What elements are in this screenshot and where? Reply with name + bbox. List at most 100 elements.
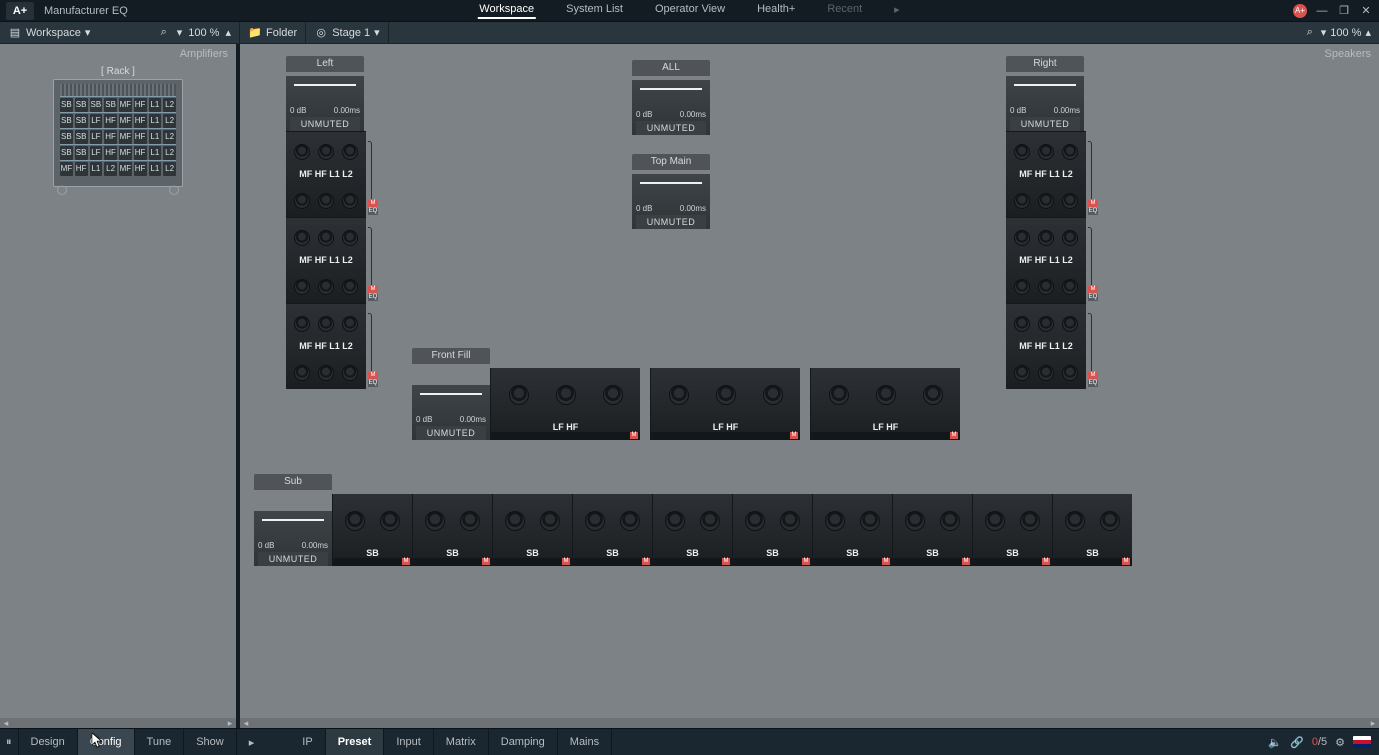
rack-row[interactable]: SBSBLFHFMFHFL1L2 xyxy=(60,128,176,144)
speaker-unit[interactable]: SBM xyxy=(652,494,732,566)
slider[interactable] xyxy=(640,180,702,204)
slider[interactable] xyxy=(640,86,702,110)
group-sub[interactable]: Sub 0 dB 0.00ms UNMUTEDSBMSBMSBMSBMSBMSB… xyxy=(254,474,1132,566)
link-icon[interactable]: 🔗 xyxy=(1290,736,1304,749)
pointer-icon[interactable]: ▸ xyxy=(237,729,267,755)
tab-workspace[interactable]: Workspace xyxy=(477,3,536,19)
speaker-unit[interactable]: SBM xyxy=(332,494,412,566)
zoom-chevron-icon[interactable]: ▾ xyxy=(177,26,183,39)
tab-operator-view[interactable]: Operator View xyxy=(653,3,727,19)
group-header[interactable]: Right xyxy=(1006,56,1084,72)
toolbar-folder[interactable]: 📁 Folder xyxy=(240,22,306,43)
line-array[interactable]: MF HF L1 L2M EQMF HF L1 L2M EQMF HF L1 L… xyxy=(286,131,366,389)
view-input[interactable]: Input xyxy=(384,729,433,755)
speaker-unit[interactable]: LF HFM xyxy=(490,368,640,440)
pause-button[interactable]: ⏸ xyxy=(0,729,19,755)
speaker-module[interactable]: MF HF L1 L2M EQ xyxy=(1006,303,1086,389)
speaker-module[interactable]: MF HF L1 L2M EQ xyxy=(286,217,366,303)
mode-tune[interactable]: Tune xyxy=(135,729,185,755)
group-all[interactable]: ALL 0 dB 0.00ms UNMUTED xyxy=(632,60,710,135)
toolbar-stage[interactable]: ◎ Stage 1 ▾ xyxy=(306,22,388,43)
group-controls-frontfill[interactable]: 0 dB 0.00ms UNMUTED xyxy=(412,385,490,440)
mute-status[interactable]: UNMUTED xyxy=(290,117,360,131)
tab-recent-play-icon[interactable]: ▸ xyxy=(892,3,902,19)
mode-show[interactable]: Show xyxy=(184,729,237,755)
group-header[interactable]: Top Main xyxy=(632,154,710,170)
view-preset[interactable]: Preset xyxy=(326,729,385,755)
rack-row[interactable]: SBSBSBSBMFHFL1L2 xyxy=(60,96,176,112)
mode-design[interactable]: Design xyxy=(19,729,78,755)
minimize-button[interactable]: — xyxy=(1315,4,1329,18)
slider[interactable] xyxy=(294,82,356,106)
group-controls-left[interactable]: 0 dB 0.00ms UNMUTED xyxy=(286,76,364,131)
speaker-unit[interactable]: SBM xyxy=(1052,494,1132,566)
speaker-unit[interactable]: SBM xyxy=(412,494,492,566)
speaker-module[interactable]: MF HF L1 L2M EQ xyxy=(286,131,366,217)
scroll-left-icon[interactable]: ◂ xyxy=(240,718,252,729)
rack-row[interactable]: MFHFL1L2MFHFL1L2 xyxy=(60,160,176,176)
speaker-module[interactable]: MF HF L1 L2M EQ xyxy=(286,303,366,389)
language-flag[interactable] xyxy=(1353,736,1371,748)
mode-config[interactable]: Config xyxy=(78,729,135,755)
tab-health[interactable]: Health+ xyxy=(755,3,797,19)
speaker-unit[interactable]: SBM xyxy=(572,494,652,566)
speaker-icon[interactable]: 🔈 xyxy=(1268,736,1282,749)
speaker-unit[interactable]: LF HFM xyxy=(810,368,960,440)
slider[interactable] xyxy=(420,391,482,415)
group-controls-all[interactable]: 0 dB 0.00ms UNMUTED xyxy=(632,80,710,135)
mute-status[interactable]: UNMUTED xyxy=(636,121,706,135)
canvas[interactable]: Left 0 dB 0.00ms UNMUTEDMF HF L1 L2M EQM… xyxy=(240,44,1379,728)
speaker-unit[interactable]: SBM xyxy=(492,494,572,566)
zoom-up-icon[interactable]: ▴ xyxy=(225,26,231,39)
sidepanel-hscroll[interactable]: ◂ ▸ xyxy=(0,718,236,728)
zoom-chevron-icon[interactable]: ▾ xyxy=(1321,26,1327,39)
speaker-unit[interactable]: SBM xyxy=(972,494,1052,566)
speaker-unit[interactable]: SBM xyxy=(892,494,972,566)
tab-system-list[interactable]: System List xyxy=(564,3,625,19)
view-damping[interactable]: Damping xyxy=(489,729,558,755)
speaker-module[interactable]: MF HF L1 L2M EQ xyxy=(1006,131,1086,217)
rack-row[interactable] xyxy=(60,84,176,96)
group-controls-right[interactable]: 0 dB 0.00ms UNMUTED xyxy=(1006,76,1084,131)
scroll-left-icon[interactable]: ◂ xyxy=(0,718,12,729)
mute-status[interactable]: UNMUTED xyxy=(1010,117,1080,131)
group-header[interactable]: Front Fill xyxy=(412,348,490,364)
group-left[interactable]: Left 0 dB 0.00ms UNMUTEDMF HF L1 L2M EQM… xyxy=(286,56,366,389)
group-header[interactable]: Left xyxy=(286,56,364,72)
mute-status[interactable]: UNMUTED xyxy=(636,215,706,229)
scroll-right-icon[interactable]: ▸ xyxy=(1367,718,1379,729)
slider[interactable] xyxy=(262,517,324,541)
rack[interactable]: [ Rack ] SBSBSBSBMFHFL1L2SBSBLFHFMFHFL1L… xyxy=(53,66,183,195)
group-right[interactable]: Right 0 dB 0.00ms UNMUTEDMF HF L1 L2M EQ… xyxy=(1006,56,1086,389)
group-controls-sub[interactable]: 0 dB 0.00ms UNMUTED xyxy=(254,511,332,566)
group-frontfill[interactable]: Front Fill 0 dB 0.00ms UNMUTEDLF HFMLF H… xyxy=(412,348,960,440)
rack-row[interactable]: SBSBLFHFMFHFL1L2 xyxy=(60,144,176,160)
search-icon[interactable]: ⌕ xyxy=(1303,26,1317,40)
group-topmain[interactable]: Top Main 0 dB 0.00ms UNMUTED xyxy=(632,154,710,229)
speaker-unit[interactable]: SBM xyxy=(812,494,892,566)
restore-button[interactable]: ❐ xyxy=(1337,4,1351,18)
speaker-unit[interactable]: SBM xyxy=(732,494,812,566)
workspace-dropdown[interactable]: ▤ Workspace ▾ xyxy=(8,26,90,40)
group-controls-topmain[interactable]: 0 dB 0.00ms UNMUTED xyxy=(632,174,710,229)
view-mains[interactable]: Mains xyxy=(558,729,612,755)
close-button[interactable]: ✕ xyxy=(1359,4,1373,18)
group-header[interactable]: Sub xyxy=(254,474,332,490)
main-hscroll[interactable]: ◂ ▸ xyxy=(240,718,1379,728)
speaker-unit[interactable]: LF HFM xyxy=(650,368,800,440)
scroll-right-icon[interactable]: ▸ xyxy=(224,718,236,729)
mute-status[interactable]: UNMUTED xyxy=(416,426,486,440)
speaker-module[interactable]: MF HF L1 L2M EQ xyxy=(1006,217,1086,303)
group-header[interactable]: ALL xyxy=(632,60,710,76)
search-icon[interactable]: ⌕ xyxy=(157,26,171,40)
tab-recent[interactable]: Recent xyxy=(825,3,864,19)
rack-row[interactable]: SBSBLFHFMFHFL1L2 xyxy=(60,112,176,128)
slider[interactable] xyxy=(1014,82,1076,106)
view-matrix[interactable]: Matrix xyxy=(434,729,489,755)
mute-status[interactable]: UNMUTED xyxy=(258,552,328,566)
zoom-up-icon[interactable]: ▴ xyxy=(1365,26,1371,39)
view-ip[interactable]: IP xyxy=(290,729,325,755)
status-badge[interactable]: A+ xyxy=(1293,4,1307,18)
settings-icon[interactable]: ⚙ xyxy=(1335,736,1345,749)
line-array[interactable]: MF HF L1 L2M EQMF HF L1 L2M EQMF HF L1 L… xyxy=(1006,131,1086,389)
